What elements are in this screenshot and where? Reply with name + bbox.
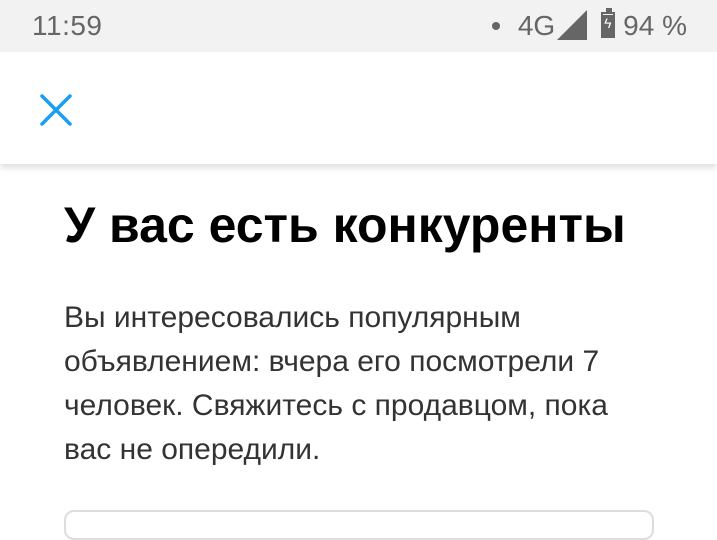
signal-strength-icon (557, 10, 588, 40)
description-text: Вы интересовались популярным объявлением… (64, 301, 608, 466)
main-content: У вас есть конкуренты Вы интересовались … (0, 164, 717, 540)
status-bar: 11:59 4G ϟ 94 % (0, 0, 717, 52)
page-title: У вас есть конкуренты (64, 197, 626, 253)
status-indicators: 4G ϟ 94 % (491, 8, 687, 42)
close-button[interactable] (26, 80, 86, 136)
contact-card[interactable] (64, 510, 654, 540)
notification-dot-icon (491, 22, 500, 30)
status-time: 11:59 (32, 10, 103, 41)
toolbar (0, 52, 717, 164)
battery-icon: ϟ (601, 8, 616, 38)
battery-percent: 94 % (623, 10, 687, 41)
charging-bolt-icon: ϟ (604, 15, 612, 31)
network-type: 4G (517, 10, 556, 41)
close-icon (40, 94, 72, 126)
